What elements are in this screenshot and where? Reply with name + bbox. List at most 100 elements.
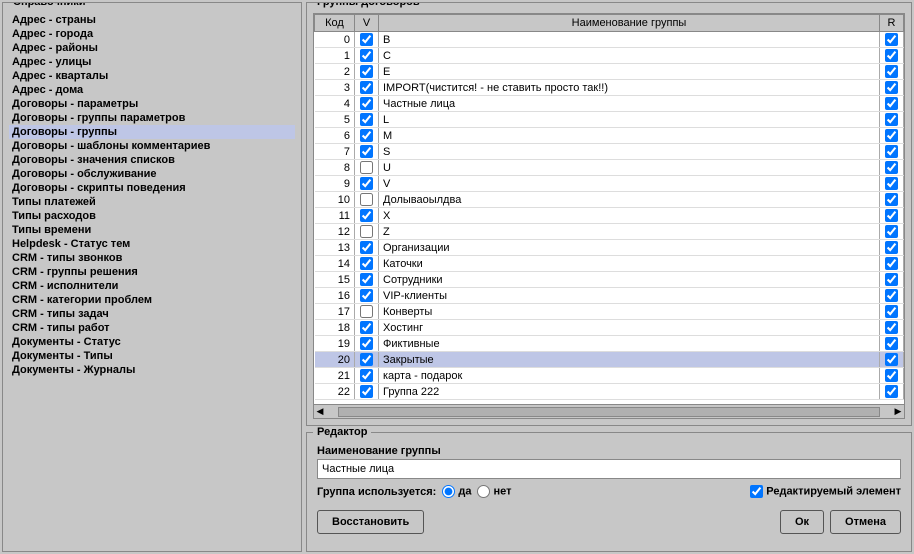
v-checkbox[interactable] <box>360 369 373 382</box>
v-checkbox[interactable] <box>360 321 373 334</box>
r-checkbox[interactable] <box>885 337 898 350</box>
reference-item[interactable]: Типы платежей <box>9 195 295 209</box>
r-checkbox[interactable] <box>885 193 898 206</box>
r-checkbox[interactable] <box>885 385 898 398</box>
used-yes-radio[interactable] <box>442 485 455 498</box>
table-row[interactable]: 10Долываоылдва <box>315 192 904 208</box>
col-header-code[interactable]: Код <box>315 15 355 32</box>
v-checkbox[interactable] <box>360 145 373 158</box>
reference-item[interactable]: Договоры - шаблоны комментариев <box>9 139 295 153</box>
editable-checkbox[interactable] <box>750 485 763 498</box>
r-checkbox[interactable] <box>885 241 898 254</box>
table-row[interactable]: 16VIP-клиенты <box>315 288 904 304</box>
cancel-button[interactable]: Отмена <box>830 510 901 534</box>
v-checkbox[interactable] <box>360 337 373 350</box>
reference-item[interactable]: Адрес - кварталы <box>9 69 295 83</box>
col-header-name[interactable]: Наименование группы <box>379 15 880 32</box>
v-checkbox[interactable] <box>360 81 373 94</box>
r-checkbox[interactable] <box>885 97 898 110</box>
reference-item[interactable]: Договоры - группы параметров <box>9 111 295 125</box>
v-checkbox[interactable] <box>360 113 373 126</box>
reference-item[interactable]: Helpdesk - Статус тем <box>9 237 295 251</box>
table-row[interactable]: 7S <box>315 144 904 160</box>
table-row[interactable]: 1C <box>315 48 904 64</box>
reference-item[interactable]: Документы - Журналы <box>9 363 295 377</box>
v-checkbox[interactable] <box>360 65 373 78</box>
r-checkbox[interactable] <box>885 177 898 190</box>
v-checkbox[interactable] <box>360 193 373 206</box>
reference-item[interactable]: Адрес - улицы <box>9 55 295 69</box>
v-checkbox[interactable] <box>360 257 373 270</box>
r-checkbox[interactable] <box>885 33 898 46</box>
table-row[interactable]: 3IMPORT(чистится! - не ставить просто та… <box>315 80 904 96</box>
table-row[interactable]: 4Частные лица <box>315 96 904 112</box>
used-no-option[interactable]: нет <box>477 485 511 498</box>
v-checkbox[interactable] <box>360 177 373 190</box>
r-checkbox[interactable] <box>885 369 898 382</box>
table-row[interactable]: 9V <box>315 176 904 192</box>
r-checkbox[interactable] <box>885 321 898 334</box>
table-row[interactable]: 12Z <box>315 224 904 240</box>
r-checkbox[interactable] <box>885 129 898 142</box>
r-checkbox[interactable] <box>885 257 898 270</box>
used-no-radio[interactable] <box>477 485 490 498</box>
reference-item[interactable]: Документы - Статус <box>9 335 295 349</box>
v-checkbox[interactable] <box>360 209 373 222</box>
r-checkbox[interactable] <box>885 353 898 366</box>
r-checkbox[interactable] <box>885 113 898 126</box>
reference-item[interactable]: Договоры - группы <box>9 125 295 139</box>
scroll-left-icon[interactable]: ◀ <box>314 406 326 417</box>
reference-item[interactable]: Договоры - скрипты поведения <box>9 181 295 195</box>
name-input[interactable] <box>317 459 901 479</box>
table-row[interactable]: 13Организации <box>315 240 904 256</box>
reference-item[interactable]: CRM - группы решения <box>9 265 295 279</box>
r-checkbox[interactable] <box>885 81 898 94</box>
groups-grid-wrap[interactable]: Код V Наименование группы R 0B1C2E3IMPOR… <box>313 13 905 405</box>
reference-item[interactable]: Типы расходов <box>9 209 295 223</box>
table-row[interactable]: 6M <box>315 128 904 144</box>
reference-item[interactable]: Договоры - параметры <box>9 97 295 111</box>
table-row[interactable]: 22Группа 222 <box>315 384 904 400</box>
r-checkbox[interactable] <box>885 65 898 78</box>
v-checkbox[interactable] <box>360 49 373 62</box>
v-checkbox[interactable] <box>360 33 373 46</box>
r-checkbox[interactable] <box>885 305 898 318</box>
r-checkbox[interactable] <box>885 273 898 286</box>
r-checkbox[interactable] <box>885 145 898 158</box>
table-row[interactable]: 2E <box>315 64 904 80</box>
table-row[interactable]: 15Сотрудники <box>315 272 904 288</box>
table-row[interactable]: 0B <box>315 32 904 48</box>
reference-item[interactable]: Договоры - значения списков <box>9 153 295 167</box>
r-checkbox[interactable] <box>885 289 898 302</box>
col-header-v[interactable]: V <box>355 15 379 32</box>
table-row[interactable]: 5L <box>315 112 904 128</box>
v-checkbox[interactable] <box>360 305 373 318</box>
reference-item[interactable]: Адрес - города <box>9 27 295 41</box>
reference-item[interactable]: CRM - исполнители <box>9 279 295 293</box>
table-row[interactable]: 20Закрытые <box>315 352 904 368</box>
v-checkbox[interactable] <box>360 161 373 174</box>
ok-button[interactable]: Ок <box>780 510 824 534</box>
v-checkbox[interactable] <box>360 225 373 238</box>
scroll-thumb[interactable] <box>338 407 880 417</box>
v-checkbox[interactable] <box>360 353 373 366</box>
col-header-r[interactable]: R <box>880 15 904 32</box>
reference-item[interactable]: CRM - типы задач <box>9 307 295 321</box>
reference-item[interactable]: Договоры - обслуживание <box>9 167 295 181</box>
table-row[interactable]: 11X <box>315 208 904 224</box>
reference-item[interactable]: Документы - Типы <box>9 349 295 363</box>
v-checkbox[interactable] <box>360 289 373 302</box>
reference-item[interactable]: Типы времени <box>9 223 295 237</box>
v-checkbox[interactable] <box>360 385 373 398</box>
used-yes-option[interactable]: да <box>442 485 471 498</box>
reference-item[interactable]: CRM - типы работ <box>9 321 295 335</box>
scroll-right-icon[interactable]: ▶ <box>892 406 904 417</box>
reference-item[interactable]: CRM - типы звонков <box>9 251 295 265</box>
table-row[interactable]: 14Каточки <box>315 256 904 272</box>
table-row[interactable]: 8U <box>315 160 904 176</box>
v-checkbox[interactable] <box>360 129 373 142</box>
r-checkbox[interactable] <box>885 49 898 62</box>
table-row[interactable]: 17Конверты <box>315 304 904 320</box>
reference-item[interactable]: Адрес - дома <box>9 83 295 97</box>
table-row[interactable]: 18Хостинг <box>315 320 904 336</box>
